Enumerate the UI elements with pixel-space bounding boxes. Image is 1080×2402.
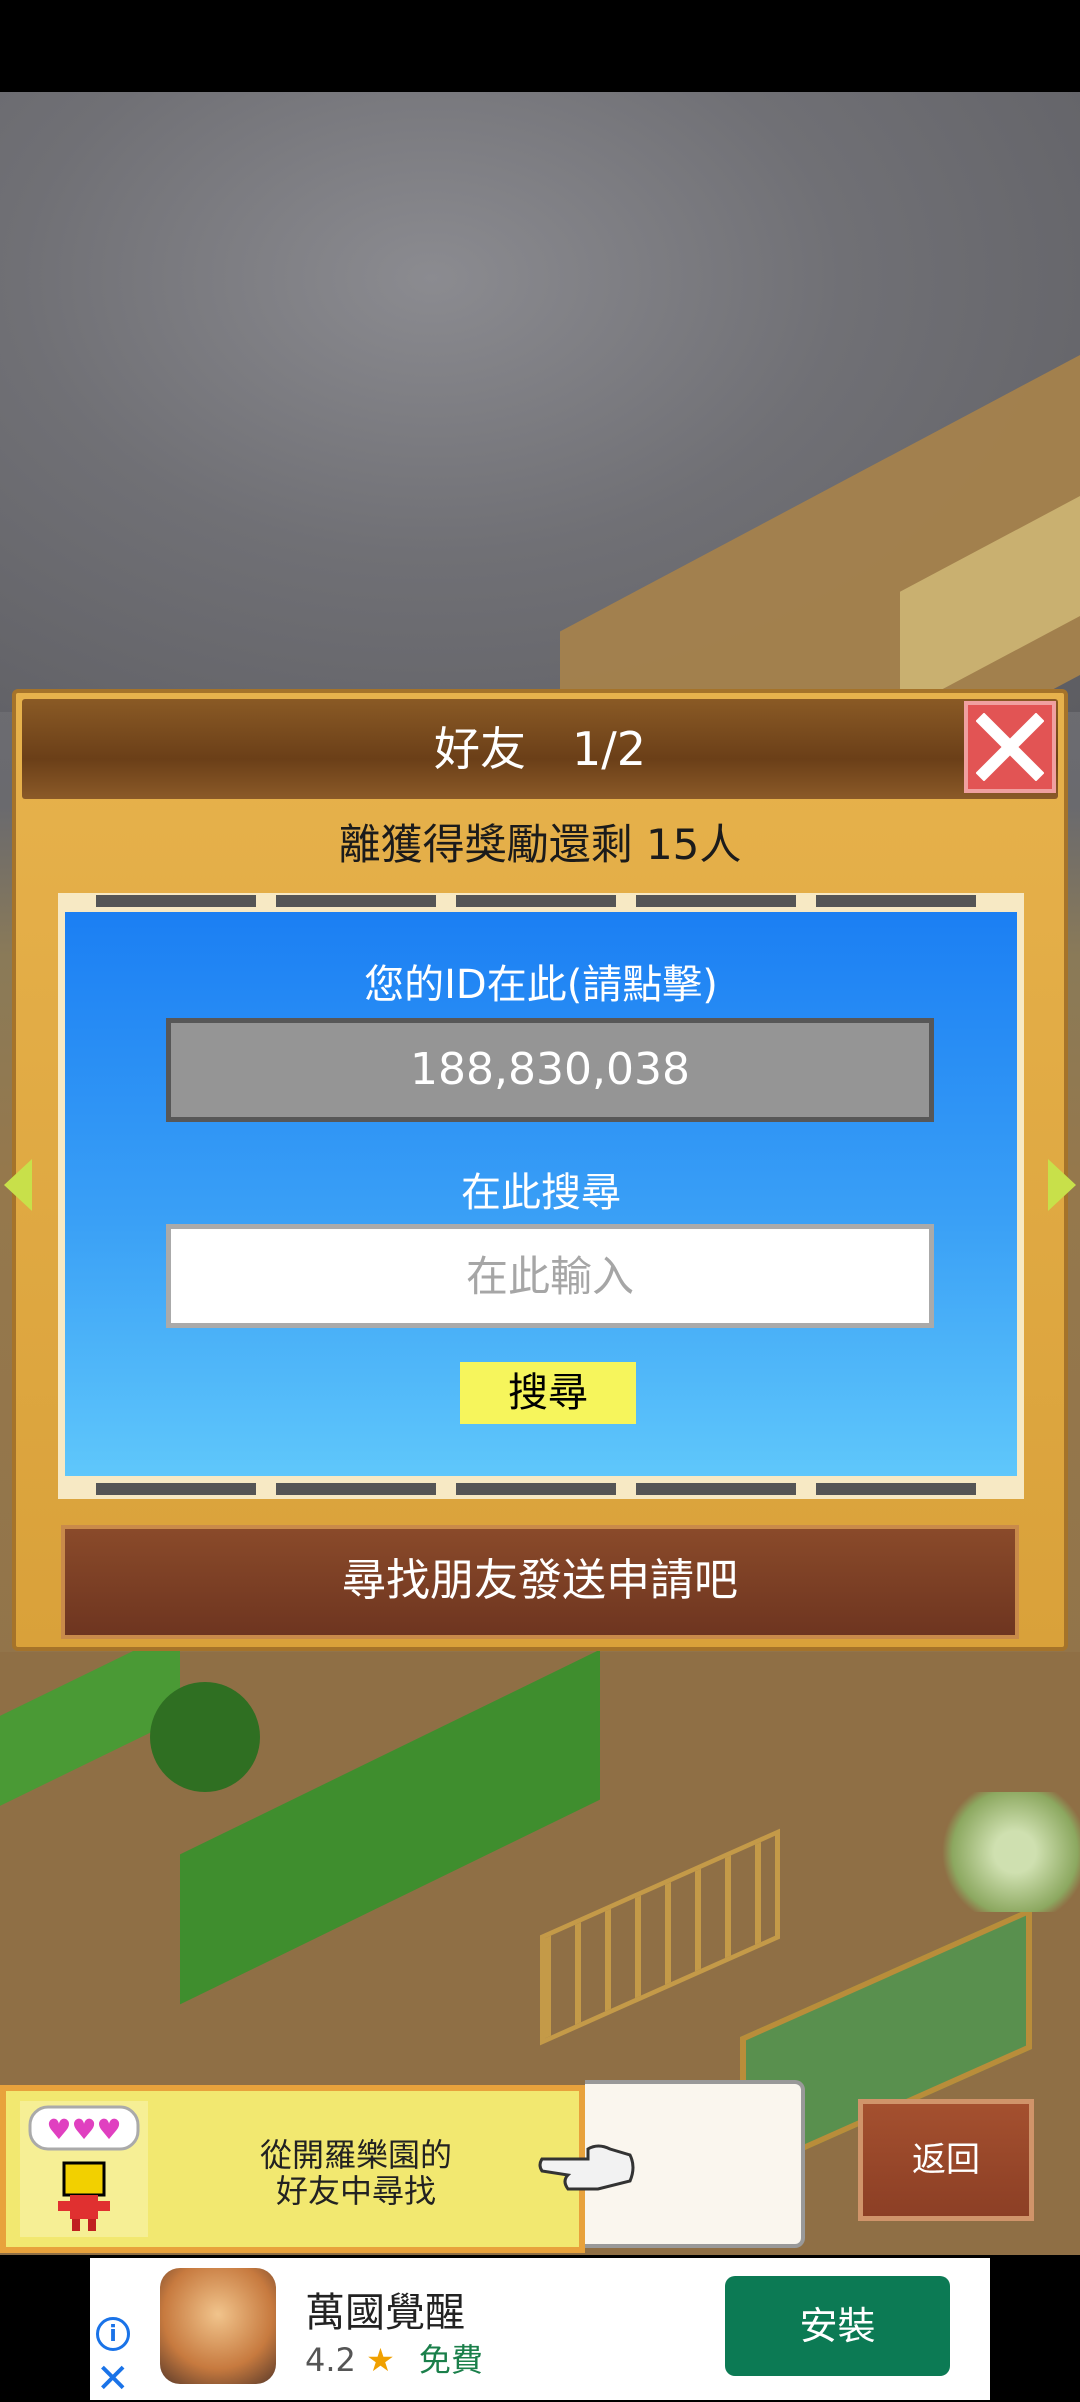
ad-info-icon[interactable]: i <box>96 2317 130 2351</box>
tree <box>150 1682 260 1792</box>
find-from-kairo-text: 從開羅樂園的 好友中尋找 <box>166 2137 546 2209</box>
close-icon <box>976 713 1044 781</box>
find-text-line1: 從開羅樂園的 <box>259 2136 452 2174</box>
cabbage-field <box>930 1792 1080 1912</box>
ad-rating-row: 4.2 ★ 免費 <box>305 2335 483 2381</box>
prev-page-arrow-icon[interactable] <box>4 1159 32 1211</box>
ad-close-icon[interactable]: ✕ <box>96 2356 130 2402</box>
ad-app-icon[interactable] <box>160 2268 276 2384</box>
pointing-hand-icon <box>538 2144 635 2191</box>
kairo-mascot-avatar: ♥♥♥ <box>20 2101 148 2237</box>
reward-remaining-text: 離獲得獎勵還剩 15人 <box>338 820 742 869</box>
dialog-header: 好友 1/2 <box>22 699 1058 799</box>
search-panel-frame: 您的ID在此(請點擊) 188,830,038 在此搜尋 搜尋 <box>58 893 1024 1499</box>
ad-price: 免費 <box>418 2341 483 2379</box>
user-id-box[interactable]: 188,830,038 <box>166 1018 934 1122</box>
bottom-tab-strip <box>58 1481 1024 1495</box>
dialog-title: 好友 1/2 <box>433 722 647 776</box>
id-label: 您的ID在此(請點擊) <box>364 962 718 1008</box>
friends-dialog: 好友 1/2 離獲得獎勵還剩 15人 您的ID在此(請點擊) 188,830,0… <box>4 689 1076 1651</box>
search-button[interactable]: 搜尋 <box>460 1362 636 1424</box>
svg-text:♥♥♥: ♥♥♥ <box>46 2113 121 2146</box>
search-label: 在此搜尋 <box>461 1170 621 1216</box>
send-request-button[interactable]: 尋找朋友發送申請吧 <box>61 1525 1019 1639</box>
find-text-line2: 好友中尋找 <box>275 2172 436 2210</box>
ad-app-name[interactable]: 萬國覺醒 <box>305 2280 465 2338</box>
search-panel: 您的ID在此(請點擊) 188,830,038 在此搜尋 搜尋 <box>62 909 1020 1479</box>
status-bar <box>0 0 1080 92</box>
search-input[interactable] <box>166 1224 934 1328</box>
close-button[interactable] <box>964 701 1056 793</box>
back-button[interactable]: 返回 <box>858 2099 1034 2221</box>
ad-install-button[interactable]: 安裝 <box>725 2276 950 2376</box>
ad-rating-value: 4.2 <box>305 2341 356 2379</box>
next-page-arrow-icon[interactable] <box>1048 1159 1076 1211</box>
top-tab-strip <box>58 893 1024 907</box>
star-icon: ★ <box>366 2341 395 2379</box>
find-from-kairo-panel[interactable]: ♥♥♥ 從開羅樂園的 好友中尋找 <box>0 2085 585 2253</box>
